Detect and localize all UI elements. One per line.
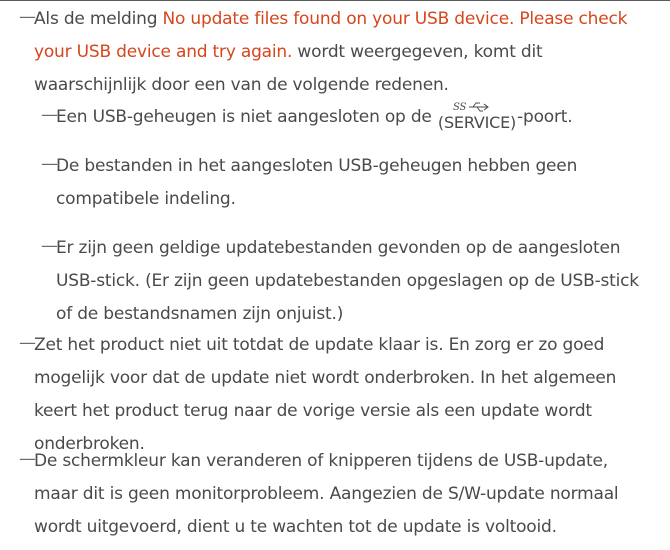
note-dash: — <box>19 7 36 27</box>
service-port-label: SS (SERVICE) <box>437 102 517 132</box>
reason-usb-not-connected: — Een USB-geheugen is niet aangesloten o… <box>41 101 656 134</box>
top-divider <box>0 0 670 1</box>
note-dash: — <box>41 105 58 125</box>
note-do-not-power-off: — Zet het product niet uit totdat de upd… <box>19 329 654 461</box>
note-dash: — <box>41 236 58 256</box>
note-no-update-files: — Als de melding No update files found o… <box>19 3 654 102</box>
reason-text: Er zijn geen geldige updatebestanden gev… <box>56 238 639 324</box>
note-dash: — <box>41 154 58 174</box>
note-screen-color: — De schermkleur kan veranderen of knipp… <box>19 445 654 544</box>
usb-superspeed-icon: SS <box>453 102 489 113</box>
reason-incompatible-format: — De bestanden in het aangesloten USB-ge… <box>41 150 656 216</box>
port-name: (SERVICE) <box>437 113 517 132</box>
svg-text:SS: SS <box>453 102 466 113</box>
reason-no-valid-files: — Er zijn geen geldige updatebestanden g… <box>41 232 656 331</box>
reason-text-suffix: -poort. <box>517 107 573 127</box>
note-text: De schermkleur kan veranderen of knipper… <box>34 451 619 537</box>
reason-text-prefix: Een USB-geheugen is niet aangesloten op … <box>56 107 437 127</box>
note-text: Zet het product niet uit totdat de updat… <box>34 335 617 454</box>
note-dash: — <box>19 333 36 353</box>
note-text-prefix: Als de melding <box>34 9 163 29</box>
note-dash: — <box>19 449 36 469</box>
reason-text: De bestanden in het aangesloten USB-gehe… <box>56 156 578 209</box>
